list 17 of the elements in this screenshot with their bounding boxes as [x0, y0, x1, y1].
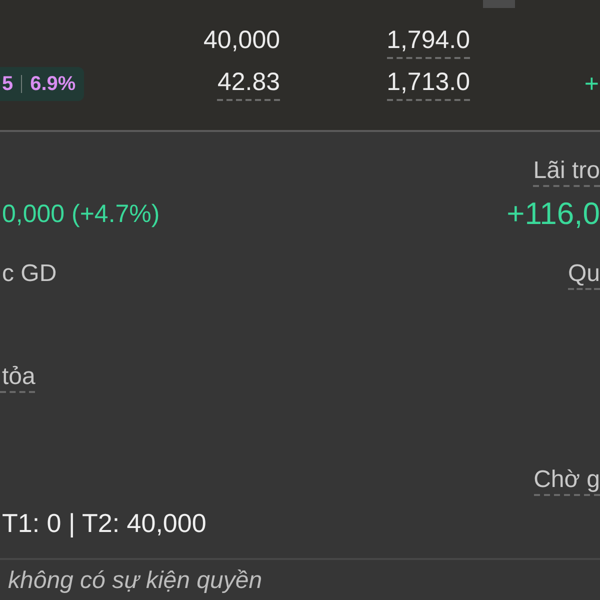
field-label: Lãi tro [533, 157, 600, 187]
table-cell: 1,794.0 [386, 25, 470, 59]
badge-percent: 6.9% [30, 72, 76, 97]
table-cell: 1,713.0 [386, 67, 470, 101]
field-label: tỏa [0, 363, 36, 393]
badge-value: 5 [2, 72, 14, 97]
info-note: không có sự kiện quyền [8, 566, 262, 596]
field-label: Qu [568, 260, 600, 290]
table-cell: + [584, 69, 600, 99]
field-value: 0,000 (+4.7%) [1, 199, 160, 230]
field-label: c GD [1, 260, 57, 289]
field-value: +116,0 [506, 196, 600, 232]
scroll-thumb [483, 0, 515, 8]
field-label: Chờ g [534, 466, 600, 496]
field-value: T1: 0 | T2: 40,000 [1, 507, 206, 540]
table-cell-text: 40,000 [204, 25, 280, 56]
table-cell: 42.83 [217, 67, 280, 101]
